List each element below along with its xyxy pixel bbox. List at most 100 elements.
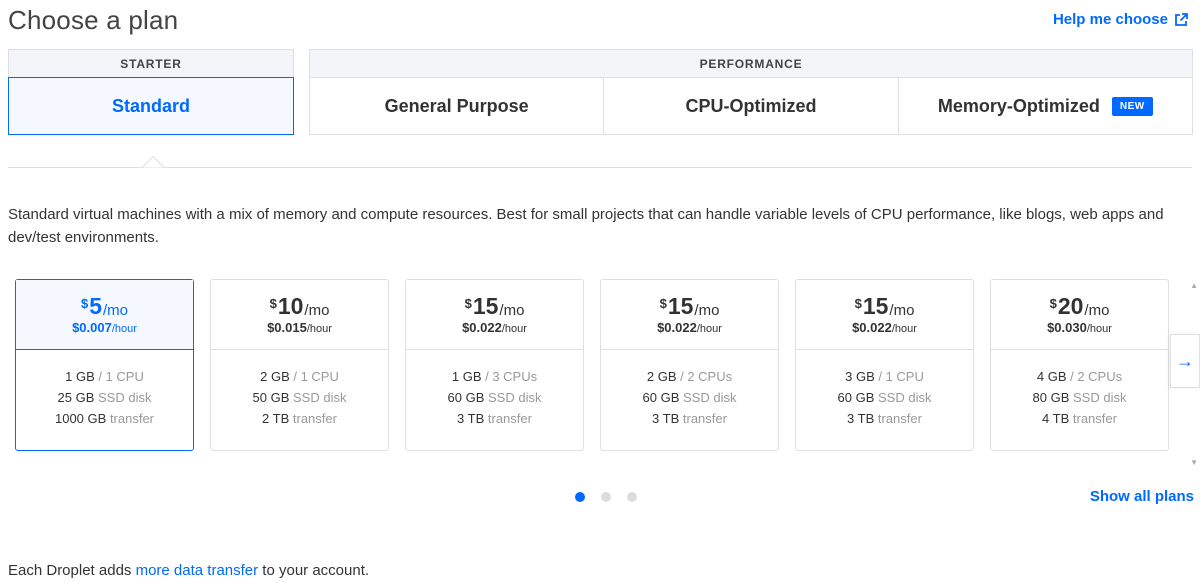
- caret-pointer-icon: [142, 156, 164, 168]
- external-link-icon: [1175, 12, 1188, 26]
- cpu: 2 CPUs: [1077, 369, 1123, 384]
- monthly-price: 20: [1057, 293, 1084, 319]
- hourly-price: $0.022: [657, 320, 697, 335]
- scroll-up-icon[interactable]: ▲: [1190, 281, 1198, 290]
- transfer-label: transfer: [109, 411, 155, 426]
- per-hour: /hour: [891, 323, 917, 335]
- page-title: Choose a plan: [8, 5, 179, 35]
- hourly-price: $0.015: [267, 320, 307, 335]
- disk-label: SSD disk: [293, 390, 347, 405]
- carousel-dot-1[interactable]: [575, 492, 585, 502]
- tab-memory-optimized[interactable]: Memory-Optimized NEW: [899, 78, 1192, 135]
- plan-card[interactable]: $ 20 /mo $0.030/hour 4 GB / 2 CPUs 80 GB…: [990, 279, 1169, 451]
- per-hour: /hour: [111, 323, 137, 335]
- per-hour: /hour: [501, 323, 527, 335]
- disk-size: 25 GB: [57, 390, 95, 405]
- tab-general-purpose[interactable]: General Purpose: [310, 78, 605, 135]
- new-badge: NEW: [1111, 97, 1153, 116]
- per-hour: /hour: [696, 323, 722, 335]
- starter-group: STARTER Standard: [8, 49, 294, 135]
- memory: 2 GB: [260, 369, 290, 384]
- transfer-label: transfer: [877, 411, 922, 426]
- help-me-choose-label: Help me choose: [1052, 11, 1168, 28]
- memory: 4 GB: [1036, 369, 1067, 384]
- per-month: /mo: [499, 302, 525, 319]
- plan-cards: $ 5 /mo $0.007/hour 1 GB / 1 CPU 25 GB S…: [15, 279, 1170, 451]
- carousel-dot-2[interactable]: [601, 492, 611, 502]
- disk-label: SSD disk: [1073, 390, 1127, 405]
- plan-card[interactable]: $ 10 /mo $0.015/hour 2 GB / 1 CPU 50 GB …: [210, 279, 389, 451]
- disk-size: 80 GB: [1032, 390, 1070, 405]
- footer-note: Each Droplet adds more data transfer to …: [8, 562, 369, 579]
- transfer-size: 2 TB: [262, 411, 290, 426]
- tab-cpu-optimized[interactable]: CPU-Optimized: [604, 78, 899, 135]
- section-divider: [8, 167, 1192, 168]
- disk-size: 60 GB: [642, 390, 680, 405]
- cpu: 3 CPUs: [492, 369, 538, 384]
- transfer-size: 3 TB: [652, 411, 680, 426]
- cpu: 1 CPU: [300, 369, 339, 384]
- performance-group: PERFORMANCE General Purpose CPU-Optimize…: [309, 49, 1193, 135]
- disk-label: SSD disk: [98, 390, 152, 405]
- monthly-price: 15: [472, 293, 499, 319]
- per-hour: /hour: [1086, 323, 1112, 335]
- currency-symbol: $: [269, 296, 277, 311]
- memory: 1 GB: [451, 369, 482, 384]
- transfer-size: 1000 GB: [54, 411, 107, 426]
- transfer-size: 4 TB: [1042, 411, 1070, 426]
- disk-size: 50 GB: [252, 390, 290, 405]
- transfer-label: transfer: [1072, 411, 1117, 426]
- currency-symbol: $: [464, 296, 472, 311]
- monthly-price: 5: [89, 293, 102, 319]
- tab-standard[interactable]: Standard: [8, 77, 294, 135]
- hourly-price: $0.007: [72, 320, 112, 335]
- transfer-size: 3 TB: [457, 411, 485, 426]
- disk-label: SSD disk: [878, 390, 932, 405]
- cpu: 1 CPU: [105, 369, 144, 384]
- plan-card[interactable]: $ 5 /mo $0.007/hour 1 GB / 1 CPU 25 GB S…: [15, 279, 194, 451]
- transfer-size: 3 TB: [847, 411, 875, 426]
- performance-header: PERFORMANCE: [310, 50, 1192, 78]
- carousel-pagination: [575, 492, 637, 502]
- arrow-right-icon: →: [1176, 350, 1194, 371]
- monthly-price: 15: [862, 293, 889, 319]
- hourly-price: $0.022: [462, 320, 502, 335]
- per-hour: /hour: [306, 323, 332, 335]
- help-me-choose-link[interactable]: Help me choose: [1053, 11, 1188, 28]
- disk-label: SSD disk: [683, 390, 737, 405]
- plan-card[interactable]: $ 15 /mo $0.022/hour 3 GB / 1 CPU 60 GB …: [795, 279, 974, 451]
- currency-symbol: $: [854, 296, 862, 311]
- memory: 3 GB: [845, 369, 875, 384]
- transfer-label: transfer: [487, 411, 532, 426]
- show-all-plans-link[interactable]: Show all plans: [1090, 488, 1194, 505]
- cpu: 1 CPU: [885, 369, 924, 384]
- per-month: /mo: [694, 302, 720, 319]
- disk-size: 60 GB: [447, 390, 485, 405]
- memory: 1 GB: [65, 369, 95, 384]
- plan-card[interactable]: $ 15 /mo $0.022/hour 1 GB / 3 CPUs 60 GB…: [405, 279, 584, 451]
- plan-description: Standard virtual machines with a mix of …: [8, 206, 1164, 246]
- per-month: /mo: [889, 302, 915, 319]
- transfer-label: transfer: [292, 411, 337, 426]
- currency-symbol: $: [659, 296, 667, 311]
- plan-card[interactable]: $ 15 /mo $0.022/hour 2 GB / 2 CPUs 60 GB…: [600, 279, 779, 451]
- disk-size: 60 GB: [837, 390, 875, 405]
- currency-symbol: $: [80, 296, 89, 311]
- currency-symbol: $: [1049, 296, 1057, 311]
- more-data-transfer-link[interactable]: more data transfer: [136, 562, 259, 579]
- footer-prefix: Each Droplet adds: [8, 562, 136, 579]
- disk-label: SSD disk: [488, 390, 542, 405]
- scroll-down-icon[interactable]: ▼: [1190, 458, 1198, 467]
- per-month: /mo: [304, 302, 330, 319]
- starter-header: STARTER: [9, 50, 293, 78]
- per-month: /mo: [1084, 302, 1110, 319]
- monthly-price: 15: [667, 293, 694, 319]
- per-month: /mo: [103, 302, 129, 319]
- carousel-next-button[interactable]: →: [1170, 334, 1200, 388]
- footer-suffix: to your account.: [258, 562, 370, 579]
- transfer-label: transfer: [682, 411, 727, 426]
- memory: 2 GB: [646, 369, 677, 384]
- monthly-price: 10: [277, 293, 304, 319]
- carousel-dot-3[interactable]: [627, 492, 637, 502]
- cpu: 2 CPUs: [687, 369, 733, 384]
